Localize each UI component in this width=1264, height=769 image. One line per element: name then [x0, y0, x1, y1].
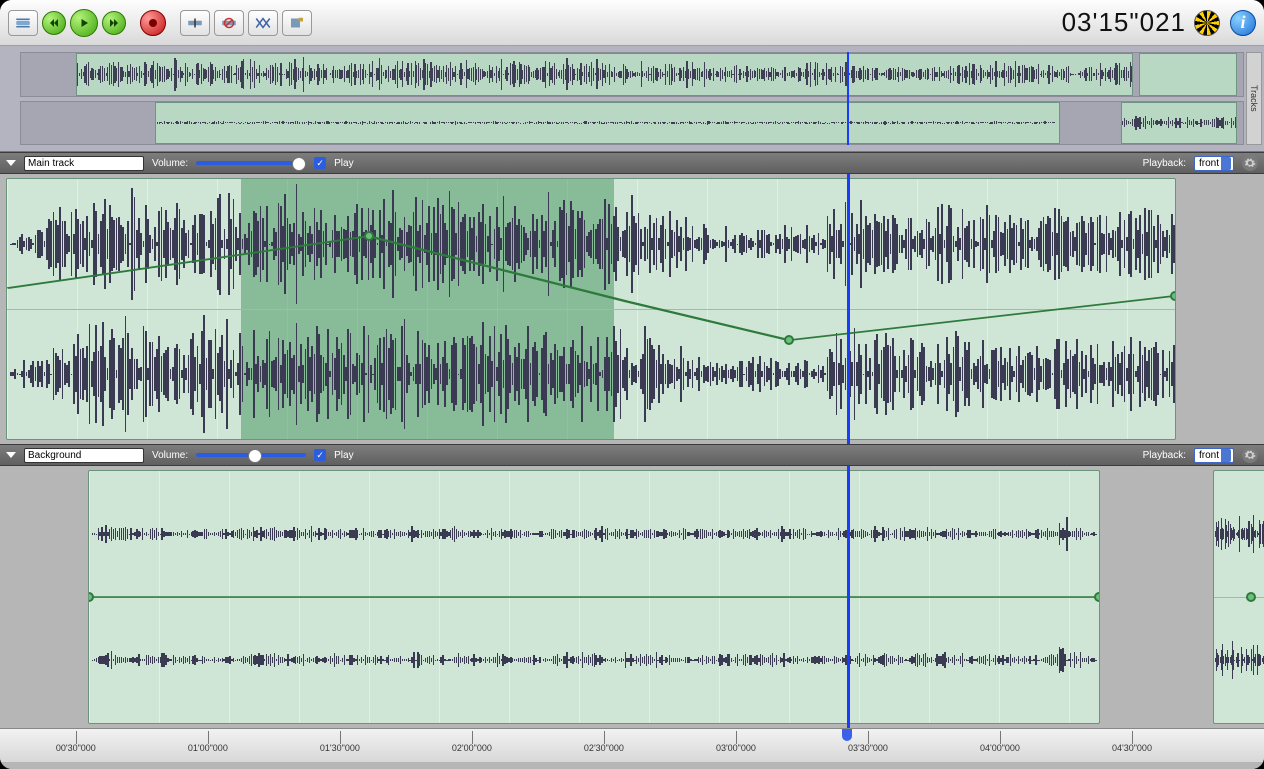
envelope-point[interactable] — [1170, 291, 1176, 301]
track-main-gear-button[interactable] — [1242, 155, 1258, 171]
envelope-point[interactable] — [784, 335, 794, 345]
rewind-button[interactable] — [42, 11, 66, 35]
marker-tool-button[interactable] — [282, 10, 312, 36]
track-bg-lane[interactable] — [0, 466, 1264, 728]
disclosure-triangle-icon[interactable] — [6, 160, 16, 166]
track-main-clip[interactable] — [6, 178, 1175, 440]
playhead[interactable] — [847, 174, 850, 444]
track-bg-name-input[interactable] — [24, 448, 144, 463]
playback-label: Playback: — [1143, 450, 1186, 461]
volume-label: Volume: — [152, 158, 188, 169]
clip-cut-button[interactable] — [180, 10, 210, 36]
track-bg-clip-2[interactable] — [1213, 470, 1264, 724]
playback-label: Playback: — [1143, 158, 1186, 169]
ruler-label: 03'30"000 — [848, 743, 888, 753]
track-bg-clip[interactable] — [88, 470, 1099, 724]
track-bg-gear-button[interactable] — [1242, 447, 1258, 463]
ruler-label: 00'30"000 — [56, 743, 96, 753]
tracks-side-tab[interactable]: Tracks — [1246, 52, 1262, 145]
ruler-playhead-marker[interactable] — [842, 728, 852, 741]
play-label: Play — [334, 158, 353, 169]
overview-playhead[interactable] — [847, 52, 849, 145]
info-button[interactable]: i — [1230, 10, 1256, 36]
track-main-header: Volume: ✓ Play Playback: front — [0, 152, 1264, 174]
ruler-label: 01'30"000 — [320, 743, 360, 753]
clip-fade-button[interactable] — [248, 10, 278, 36]
record-button[interactable] — [140, 10, 166, 36]
overview-lane-bg[interactable] — [20, 101, 1244, 146]
disclosure-triangle-icon[interactable] — [6, 452, 16, 458]
editor-window: 03'15"021 i Tracks Volume: — [0, 0, 1264, 769]
timecode-display: 03'15"021 — [1062, 7, 1186, 38]
track-bg-playback-select[interactable]: front — [1194, 448, 1234, 463]
clip-silence-button[interactable] — [214, 10, 244, 36]
track-main-volume-slider[interactable] — [196, 161, 306, 165]
ruler-label: 04'30"000 — [1112, 743, 1152, 753]
ruler-label: 02'30"000 — [584, 743, 624, 753]
track-main-lane[interactable] — [0, 174, 1264, 444]
playhead[interactable] — [847, 466, 850, 728]
track-main-playback-select[interactable]: front — [1194, 156, 1234, 171]
time-ruler[interactable]: 00'30"000 01'00"000 01'30"000 02'00"000 02'3… — [0, 728, 1264, 762]
play-label: Play — [334, 450, 353, 461]
track-bg-volume-slider[interactable] — [196, 453, 306, 457]
ruler-label: 02'00"000 — [452, 743, 492, 753]
burn-button[interactable] — [1194, 10, 1220, 36]
track-bg-header: Volume: ✓ Play Playback: front — [0, 444, 1264, 466]
volume-label: Volume: — [152, 450, 188, 461]
envelope-point[interactable] — [364, 231, 374, 241]
gear-icon — [1244, 157, 1256, 169]
selection-tool-button[interactable] — [8, 10, 38, 36]
gear-icon — [1244, 449, 1256, 461]
play-button[interactable] — [70, 9, 98, 37]
ruler-label: 01'00"000 — [188, 743, 228, 753]
overview-lane-main[interactable] — [20, 52, 1244, 97]
tracks-area: Volume: ✓ Play Playback: front — [0, 152, 1264, 769]
ruler-label: 03'00"000 — [716, 743, 756, 753]
track-bg-play-checkbox[interactable]: ✓ — [314, 449, 326, 461]
toolbar: 03'15"021 i — [0, 0, 1264, 46]
overview-strip[interactable]: Tracks — [0, 46, 1264, 152]
track-main-play-checkbox[interactable]: ✓ — [314, 157, 326, 169]
track-main-name-input[interactable] — [24, 156, 144, 171]
ruler-label: 04'00"000 — [980, 743, 1020, 753]
envelope-point[interactable] — [1094, 592, 1100, 602]
envelope-point[interactable] — [1246, 592, 1256, 602]
fast-forward-button[interactable] — [102, 11, 126, 35]
